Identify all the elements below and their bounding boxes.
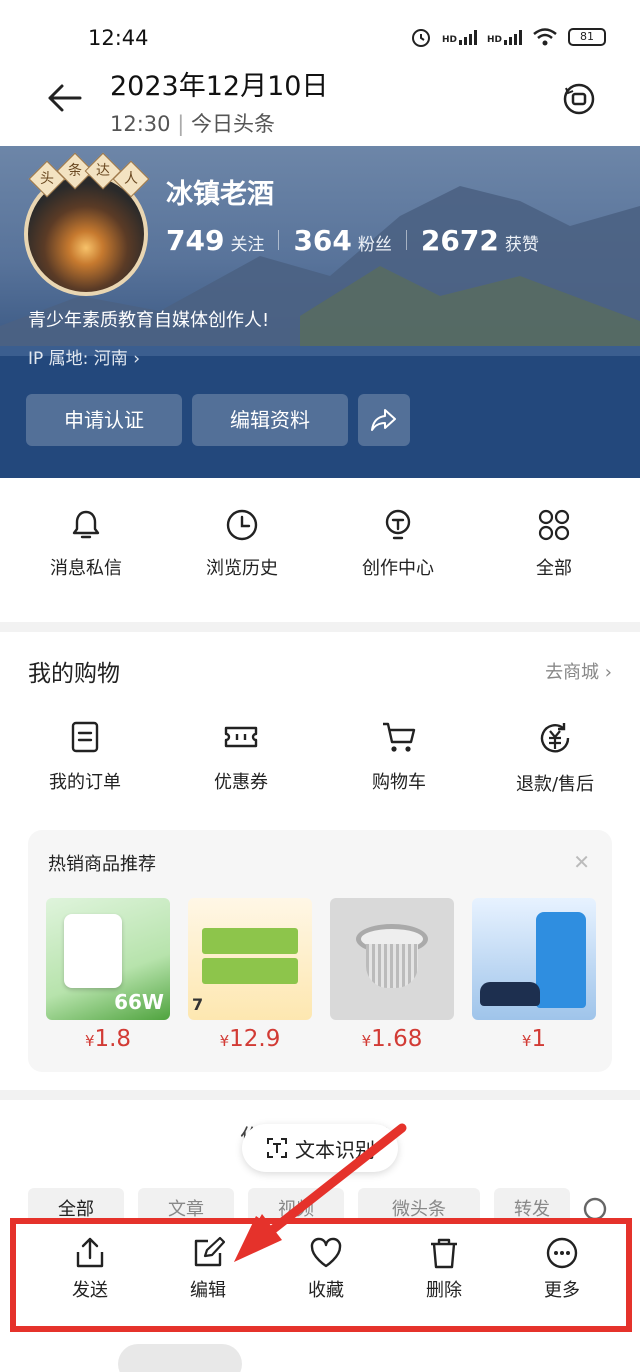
product-image-tissue: 7: [188, 898, 312, 1020]
hot-products-title: 热销商品推荐: [48, 854, 156, 875]
product-price: ¥1: [521, 1026, 547, 1052]
more-icon: [546, 1237, 578, 1269]
alarm-icon: [411, 29, 430, 47]
profile-bio: 青少年素质教育自媒体创作人!: [28, 310, 270, 331]
header: 2023年12月10日 12:30 | 今日头条: [0, 60, 640, 146]
quick-item-creator[interactable]: 创作中心: [338, 508, 458, 580]
ip-location[interactable]: IP 属地: 河南 ›: [28, 344, 140, 369]
battery-icon: 81: [568, 28, 606, 46]
signal-1-icon: HD: [442, 29, 477, 45]
product-price: ¥1.8: [84, 1026, 132, 1052]
edit-button[interactable]: 编辑: [158, 1236, 258, 1302]
order-icon: [71, 721, 99, 753]
likes-count[interactable]: 2672: [421, 224, 499, 257]
cart-icon: [383, 722, 416, 752]
coupon-icon: [224, 726, 258, 748]
product-card[interactable]: ¥1.68: [330, 898, 454, 1052]
scan-text-icon: [267, 1138, 287, 1158]
edit-icon: [194, 1236, 225, 1267]
profile-stats: 749 关注 364 粉丝 2672 获赞: [166, 224, 539, 257]
bell-icon: [72, 510, 100, 539]
product-price: ¥1.68: [361, 1026, 423, 1052]
talent-badge: 头 条 达 人: [28, 152, 150, 198]
favorite-button[interactable]: 收藏: [276, 1236, 376, 1302]
page-title: 2023年12月10日: [110, 71, 329, 102]
close-icon[interactable]: ✕: [573, 850, 590, 874]
following-label: 关注: [230, 235, 265, 255]
quick-item-all[interactable]: 全部: [494, 508, 614, 580]
share-profile-button[interactable]: [358, 394, 410, 446]
product-price: ¥12.9: [219, 1026, 281, 1052]
grid-icon: [538, 509, 570, 541]
quick-grid: 消息私信 浏览历史 创作中心 全部: [0, 478, 640, 622]
edit-profile-button[interactable]: 编辑资料: [192, 394, 348, 446]
refund-icon: [540, 723, 570, 753]
product-image-strainer: [330, 898, 454, 1020]
product-image-washer-fluid: [472, 898, 596, 1020]
quick-item-messages[interactable]: 消息私信: [26, 508, 146, 580]
chevron-right-icon: ›: [604, 662, 612, 683]
ocr-button[interactable]: 文本识别: [242, 1124, 398, 1172]
more-button[interactable]: 更多: [512, 1236, 612, 1302]
product-image-charger: 66W: [46, 898, 170, 1020]
profile-hero: 头 条 达 人 冰镇老酒 749 关注 364 粉丝 2672 获赞 青少年素质教育自…: [0, 146, 640, 478]
product-card[interactable]: ¥1: [472, 898, 596, 1052]
send-button[interactable]: 发送: [40, 1236, 140, 1302]
followers-label: 粉丝: [357, 235, 392, 255]
page-subtitle: 12:30 | 今日头条: [110, 112, 275, 136]
wifi-icon: [533, 28, 557, 46]
delete-button[interactable]: 删除: [394, 1236, 494, 1302]
shop-item-coupons[interactable]: 优惠券: [176, 720, 306, 794]
shop-item-refund[interactable]: 退款/售后: [490, 720, 620, 796]
share-icon: [76, 1237, 104, 1268]
status-icons: HD HD 81: [410, 26, 606, 48]
followers-count[interactable]: 364: [293, 224, 351, 257]
subtitle-time: 12:30: [110, 112, 171, 136]
apply-verify-button[interactable]: 申请认证: [26, 394, 182, 446]
quick-item-history[interactable]: 浏览历史: [182, 508, 302, 580]
rotate-icon[interactable]: [560, 80, 598, 118]
shop-item-cart[interactable]: 购物车: [334, 720, 464, 794]
shop-item-orders[interactable]: 我的订单: [20, 720, 150, 794]
heart-icon: [310, 1237, 342, 1268]
back-arrow-icon[interactable]: [44, 78, 84, 118]
profile-name: 冰镇老酒: [166, 179, 274, 210]
subtitle-source: 今日头条: [190, 112, 275, 136]
chevron-right-icon: ›: [133, 349, 141, 369]
go-mall-link[interactable]: 去商城 ›: [545, 658, 612, 684]
likes-label: 获赞: [504, 235, 539, 255]
hot-products-card: 热销商品推荐 ✕ 66W ¥1.8 7 ¥12.9 ¥1.68 ¥1: [28, 830, 612, 1072]
following-count[interactable]: 749: [166, 224, 224, 257]
shopping-section: 我的购物 去商城 › 我的订单 优惠券 购物车 退款/售后 热销商品推荐 ✕ 6…: [0, 632, 640, 1090]
bottom-nav-pill[interactable]: [118, 1344, 242, 1372]
product-card[interactable]: 7 ¥12.9: [188, 898, 312, 1052]
product-card[interactable]: 66W ¥1.8: [46, 898, 170, 1052]
clock-icon: [226, 509, 258, 541]
bulb-icon: [385, 509, 411, 540]
forward-icon: [371, 409, 396, 431]
signal-2-icon: HD: [487, 29, 522, 45]
status-bar: 12:44 HD HD 81: [0, 0, 640, 60]
shopping-title: 我的购物: [28, 661, 120, 687]
action-bar: 发送 编辑 收藏 删除 更多: [10, 1218, 632, 1332]
status-time: 12:44: [88, 26, 149, 50]
trash-icon: [431, 1238, 457, 1269]
